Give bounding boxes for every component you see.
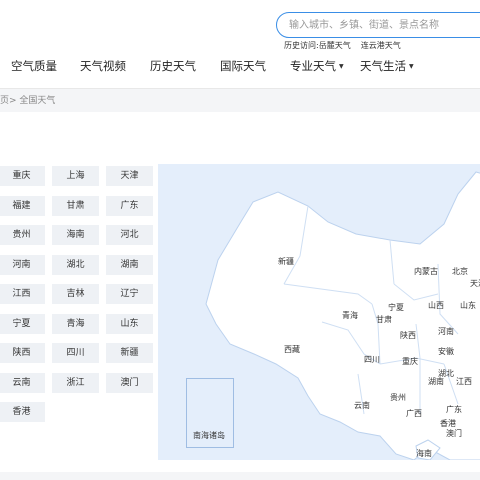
province-link[interactable]: 山东	[106, 313, 153, 334]
province-link[interactable]: 浙江	[52, 372, 99, 393]
province-link[interactable]: 海南	[52, 225, 99, 245]
history-link-yuelu[interactable]: 岳麓天气	[319, 41, 351, 50]
chevron-down-icon: ▼	[339, 63, 344, 70]
breadcrumb-current: 全国天气	[19, 96, 56, 106]
map-label[interactable]: 天津	[470, 278, 480, 289]
search-box[interactable]	[276, 12, 480, 38]
province-link[interactable]: 河北	[106, 225, 153, 245]
nav-item-history-weather[interactable]: 历史天气	[150, 58, 196, 74]
province-link[interactable]: 宁夏	[0, 313, 45, 334]
map-label[interactable]: 广西	[406, 408, 422, 419]
page: 历史访问:岳麓天气连云港天气 空气质量 天气视频 历史天气 国际天气 专业天气▼…	[0, 0, 480, 480]
map-label[interactable]: 西藏	[284, 344, 300, 355]
map-label[interactable]: 云南	[354, 400, 370, 411]
map-label[interactable]: 澳门	[446, 428, 462, 439]
province-link[interactable]: 湖北	[52, 254, 99, 275]
province-link[interactable]: 新疆	[106, 343, 153, 363]
province-link[interactable]: 河南	[0, 254, 45, 275]
nav-item-label: 国际天气	[220, 59, 266, 73]
province-link[interactable]: 吉林	[52, 284, 99, 304]
nav-item-weather-life[interactable]: 天气生活 ▼	[360, 58, 414, 74]
map-label-south-china-sea[interactable]: 南海诸岛	[193, 430, 225, 441]
province-link[interactable]: 重庆	[0, 166, 45, 186]
map-label[interactable]: 河南	[438, 326, 454, 337]
main-nav: 空气质量 天气视频 历史天气 国际天气 专业天气 ▼ 天气生活 ▼	[0, 58, 480, 78]
province-link[interactable]: 广东	[106, 195, 153, 216]
chevron-down-icon: ▼	[409, 63, 414, 70]
province-link[interactable]: 湖南	[106, 254, 153, 275]
map-label[interactable]: 甘肃	[376, 314, 392, 325]
province-link[interactable]: 上海	[52, 166, 99, 186]
history-link-lianyungang[interactable]: 连云港天气	[361, 41, 401, 50]
search-history: 历史访问:岳麓天气 连云港天气	[284, 40, 411, 51]
map-label[interactable]: 贵州	[390, 392, 406, 403]
map-label[interactable]: 北京	[452, 266, 468, 277]
map-label[interactable]: 青海	[342, 310, 358, 321]
map-label[interactable]: 宁夏	[388, 302, 404, 313]
map-label[interactable]: 湖南	[428, 376, 444, 387]
province-link[interactable]: 福建	[0, 195, 45, 216]
search-input[interactable]	[289, 13, 479, 38]
china-map[interactable]: 新疆内蒙古北京天津宁夏山西山东青海甘肃陕西河南西藏四川重庆安徽湖北湖南江西云南贵…	[158, 164, 480, 460]
province-link[interactable]: 香港	[0, 402, 45, 422]
province-link[interactable]: 青海	[52, 313, 99, 334]
breadcrumb-trail: 页> 全国天气	[0, 93, 55, 106]
province-link[interactable]: 天津	[106, 166, 153, 186]
breadcrumb-prefix[interactable]: 页>	[0, 96, 17, 106]
nav-item-air-quality[interactable]: 空气质量	[11, 58, 57, 74]
nav-item-label: 天气生活	[360, 59, 406, 73]
map-label[interactable]: 新疆	[278, 256, 294, 267]
map-label[interactable]: 广东	[446, 404, 462, 415]
nav-item-label: 专业天气	[290, 59, 336, 73]
nav-item-international-weather[interactable]: 国际天气	[220, 58, 266, 74]
province-link[interactable]: 甘肃	[52, 195, 99, 216]
province-link[interactable]: 江西	[0, 284, 45, 304]
map-label[interactable]: 海南	[416, 448, 432, 459]
map-label[interactable]: 山东	[460, 300, 476, 311]
province-link[interactable]: 陕西	[0, 343, 45, 363]
map-label[interactable]: 重庆	[402, 356, 418, 367]
map-label[interactable]: 山西	[428, 300, 444, 311]
nav-item-professional-weather[interactable]: 专业天气 ▼	[290, 58, 344, 74]
breadcrumb: 页> 全国天气	[0, 88, 480, 110]
nav-item-weather-video[interactable]: 天气视频	[80, 58, 126, 74]
nav-item-label: 历史天气	[150, 59, 196, 73]
map-label[interactable]: 江西	[456, 376, 472, 387]
nav-item-label: 天气视频	[80, 59, 126, 73]
map-label[interactable]: 内蒙古	[414, 266, 438, 277]
map-label[interactable]: 陕西	[400, 330, 416, 341]
nav-item-label: 空气质量	[11, 59, 57, 73]
province-link[interactable]: 澳门	[106, 372, 153, 393]
province-link[interactable]: 辽宁	[106, 284, 153, 304]
province-link[interactable]: 贵州	[0, 225, 45, 245]
header: 历史访问:岳麓天气连云港天气 空气质量 天气视频 历史天气 国际天气 专业天气▼…	[0, 0, 480, 88]
history-label: 历史访问:	[284, 41, 319, 50]
province-link[interactable]: 四川	[52, 343, 99, 363]
footer-gap	[0, 472, 480, 480]
province-link[interactable]: 云南	[0, 372, 45, 393]
national-weather-panel: 重庆 上海 天津 福建 甘肃 广东 贵州 海南 河北 河南 湖北 湖南 江西 吉林 辽宁 宁夏 青海 山东 陕西 四川…	[0, 112, 480, 472]
map-label[interactable]: 四川	[364, 354, 380, 365]
map-label[interactable]: 安徽	[438, 346, 454, 357]
